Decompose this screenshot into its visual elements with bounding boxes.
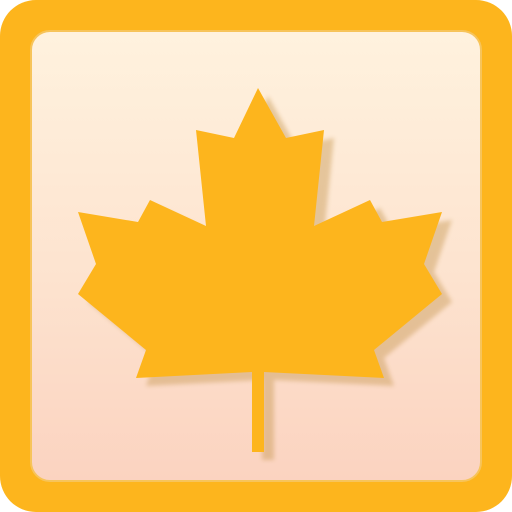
maple-leaf-svg [78,88,452,460]
icon-tile [30,30,482,482]
maple-leaf-icon [32,32,480,480]
app-icon[interactable] [0,0,512,512]
leaf-shape [78,88,442,452]
